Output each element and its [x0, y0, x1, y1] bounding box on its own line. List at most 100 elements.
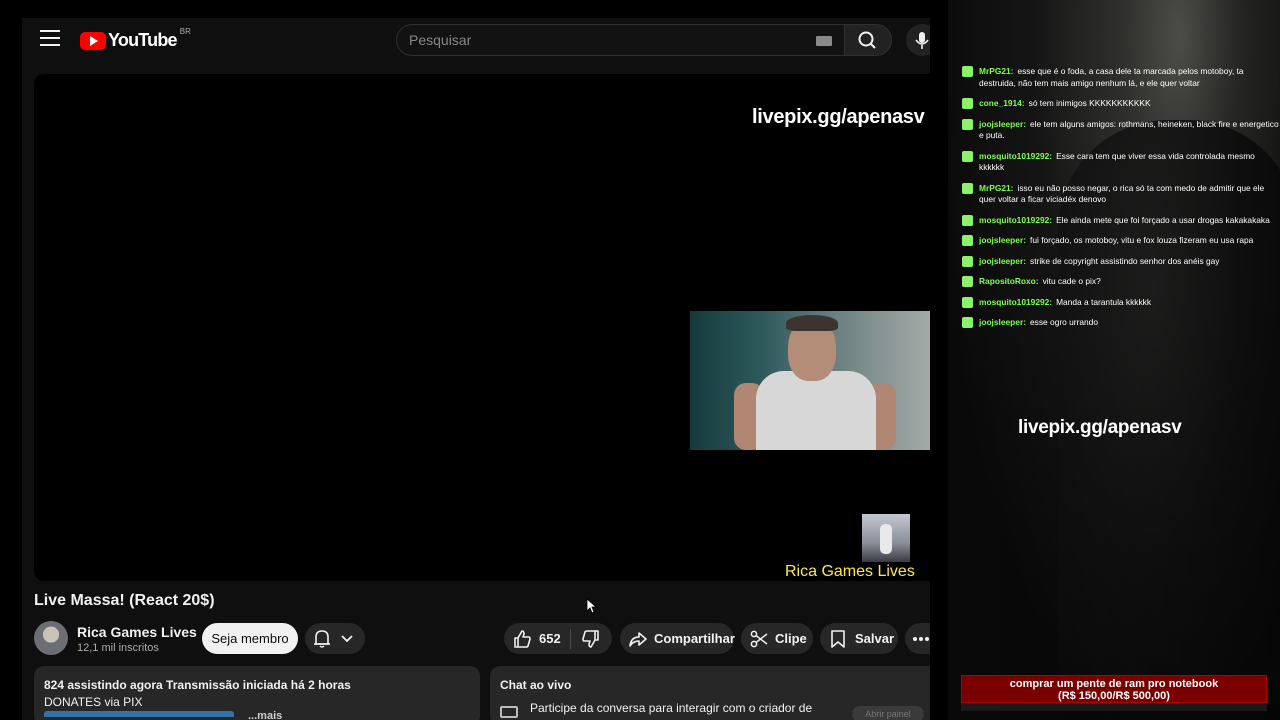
chat-username: joojsleeper: — [979, 255, 1027, 266]
player-overlay-channel: Rica Games Lives — [785, 563, 915, 580]
chat-username: MrPG21: — [979, 182, 1014, 193]
capture-right-border — [930, 0, 948, 720]
player-overlay-url: livepix.gg/apenasv — [752, 106, 925, 128]
search-icon — [858, 31, 876, 49]
stream-overlay-panel: MrPG21: esse que é o foda, a casa dele ta… — [948, 0, 1280, 720]
chat-username: mosquito1019292: — [979, 296, 1053, 307]
bell-icon — [314, 630, 353, 648]
chat-badge-icon — [962, 235, 973, 246]
capture-top-border — [0, 0, 948, 18]
chat-badge-icon — [962, 276, 973, 287]
chat-text: vitu cade o pix? — [1042, 276, 1101, 286]
chat-text: esse ogro urrando — [1030, 317, 1098, 327]
capture-left-border — [0, 0, 22, 720]
chat-username: joojsleeper: — [979, 235, 1027, 245]
search-input[interactable] — [397, 25, 797, 55]
share-icon — [629, 631, 647, 647]
thumbs-up-icon — [514, 629, 531, 648]
channel-name[interactable]: Rica Games Lives — [77, 624, 197, 640]
like-button[interactable]: 652 — [504, 623, 570, 654]
chat-text: esse que é o foda, a casa dele ta marcad… — [979, 66, 1244, 88]
donation-goal-amount: (R$ 150,00/R$ 500,00) — [1058, 690, 1170, 702]
menu-icon[interactable] — [40, 30, 60, 48]
chat-message-body: joojsleeper: ele tem alguns amigos: rothm… — [979, 119, 1280, 142]
webcam-person-shirt — [756, 371, 876, 450]
chat-text: Ele ainda mete que foi forçado a usar dr… — [1056, 214, 1270, 225]
chat-username: MrPG21: — [979, 66, 1014, 76]
live-chat-title: Chat ao vivo — [500, 678, 572, 692]
chat-badge-icon — [962, 98, 973, 109]
youtube-page: YouTube BR livepix.gg/apenasv Rica Games… — [0, 0, 948, 720]
chat-username: mosquito1019292: — [979, 150, 1053, 161]
chat-badge-icon — [962, 118, 973, 130]
chat-message: mosquito1019292: Manda a tarantula kkkkkk — [962, 296, 1280, 309]
chat-text: só tem inimigos KKKKKKKKKKK — [1028, 98, 1151, 108]
donation-goal-footer — [961, 703, 1267, 711]
save-button[interactable]: Salvar — [820, 623, 898, 654]
webcam-feed — [690, 311, 930, 450]
chat-badge-icon — [962, 214, 973, 226]
chat-message-body: MrPG21: esse que é o foda, a casa dele ta… — [979, 66, 1280, 89]
video-player[interactable]: livepix.gg/apenasv Rica Games Lives — [34, 74, 930, 581]
channel-avatar[interactable] — [34, 621, 68, 655]
more-actions-button[interactable] — [905, 623, 930, 654]
description-box[interactable]: 824 assistindo agora Transmissão iniciad… — [34, 666, 480, 720]
clip-button[interactable]: Clipe — [741, 623, 813, 654]
mouse-cursor-icon — [586, 598, 596, 614]
chat-message-body: RapositoRoxo: vitu cade o pix? — [979, 276, 1280, 288]
share-label: Compartilhar — [654, 631, 735, 646]
chat-icon — [500, 706, 518, 718]
chat-message-body: joojsleeper: fui forçado, os motoboy, vit… — [979, 235, 1280, 247]
keyboard-icon[interactable] — [816, 36, 832, 46]
share-button[interactable]: Compartilhar — [620, 623, 735, 654]
chat-message: joojsleeper: ele tem alguns amigos: rothm… — [962, 118, 1280, 142]
chat-badge-icon — [962, 255, 973, 267]
open-panel-button[interactable]: Abrir painel — [852, 706, 924, 720]
chat-message: joojsleeper: fui forçado, os motoboy, vit… — [962, 235, 1280, 247]
save-label: Salvar — [855, 631, 895, 646]
show-more-link[interactable]: ...mais — [248, 710, 282, 720]
scissors-icon — [750, 630, 768, 647]
chat-username: mosquito1019292: — [979, 214, 1053, 225]
search-box — [396, 24, 850, 56]
chat-message-body: mosquito1019292: Esse cara tem que viver … — [979, 151, 1280, 174]
chat-badge-icon — [962, 182, 973, 194]
chevron-down-icon — [341, 635, 353, 643]
notification-bell-button[interactable] — [305, 623, 365, 654]
chat-message-body: joojsleeper: strike de copyright assistin… — [979, 256, 1280, 268]
chat-badge-icon — [962, 296, 973, 308]
overlay-chat-list: MrPG21: esse que é o foda, a casa dele ta… — [962, 66, 1280, 338]
channel-mini-thumbnail — [862, 514, 910, 562]
masthead: YouTube BR — [22, 18, 938, 64]
search-button[interactable] — [844, 24, 892, 56]
subscriber-count: 12,1 mil inscritos — [77, 642, 159, 654]
chat-message: mosquito1019292: Ele ainda mete que foi f… — [962, 214, 1280, 227]
chat-username: joojsleeper: — [979, 317, 1027, 327]
chat-username: cone_1914: — [979, 98, 1025, 108]
chat-text: fui forçado, os motoboy, vitu e fox louz… — [1030, 235, 1254, 245]
logo-text: YouTube — [108, 30, 178, 50]
youtube-logo[interactable]: YouTube BR — [80, 27, 191, 51]
dislike-button[interactable] — [571, 623, 601, 654]
chat-message-body: joojsleeper: esse ogro urrando — [979, 317, 1280, 329]
chat-message: joojsleeper: esse ogro urrando — [962, 317, 1280, 329]
chat-message-body: mosquito1019292: Manda a tarantula kkkkkk — [979, 297, 1280, 309]
youtube-play-icon — [80, 31, 106, 50]
join-member-button[interactable]: Seja membro — [202, 623, 298, 654]
more-horizontal-icon — [913, 636, 929, 641]
live-chat-prompt: Participe da conversa para interagir com… — [530, 701, 813, 715]
chat-message: RapositoRoxo: vitu cade o pix? — [962, 276, 1280, 288]
thumbs-down-icon — [582, 629, 599, 648]
country-code: BR — [179, 27, 191, 36]
chat-message: joojsleeper: strike de copyright assistin… — [962, 255, 1280, 268]
description-link[interactable] — [44, 711, 234, 719]
like-dislike-group: 652 — [504, 623, 612, 654]
chat-message: mosquito1019292: Esse cara tem que viver … — [962, 150, 1280, 174]
chat-badge-icon — [962, 317, 973, 328]
video-title: Live Massa! (React 20$) — [34, 592, 215, 609]
like-count: 652 — [539, 631, 561, 646]
viewer-status: 824 assistindo agora Transmissão iniciad… — [44, 678, 351, 692]
donation-goal-title: comprar um pente de ram pro notebook — [1009, 678, 1219, 690]
donation-goal-bar: comprar um pente de ram pro notebook (R$… — [961, 675, 1267, 703]
chat-text: isso eu não posso negar, o rica só ta co… — [979, 182, 1265, 205]
